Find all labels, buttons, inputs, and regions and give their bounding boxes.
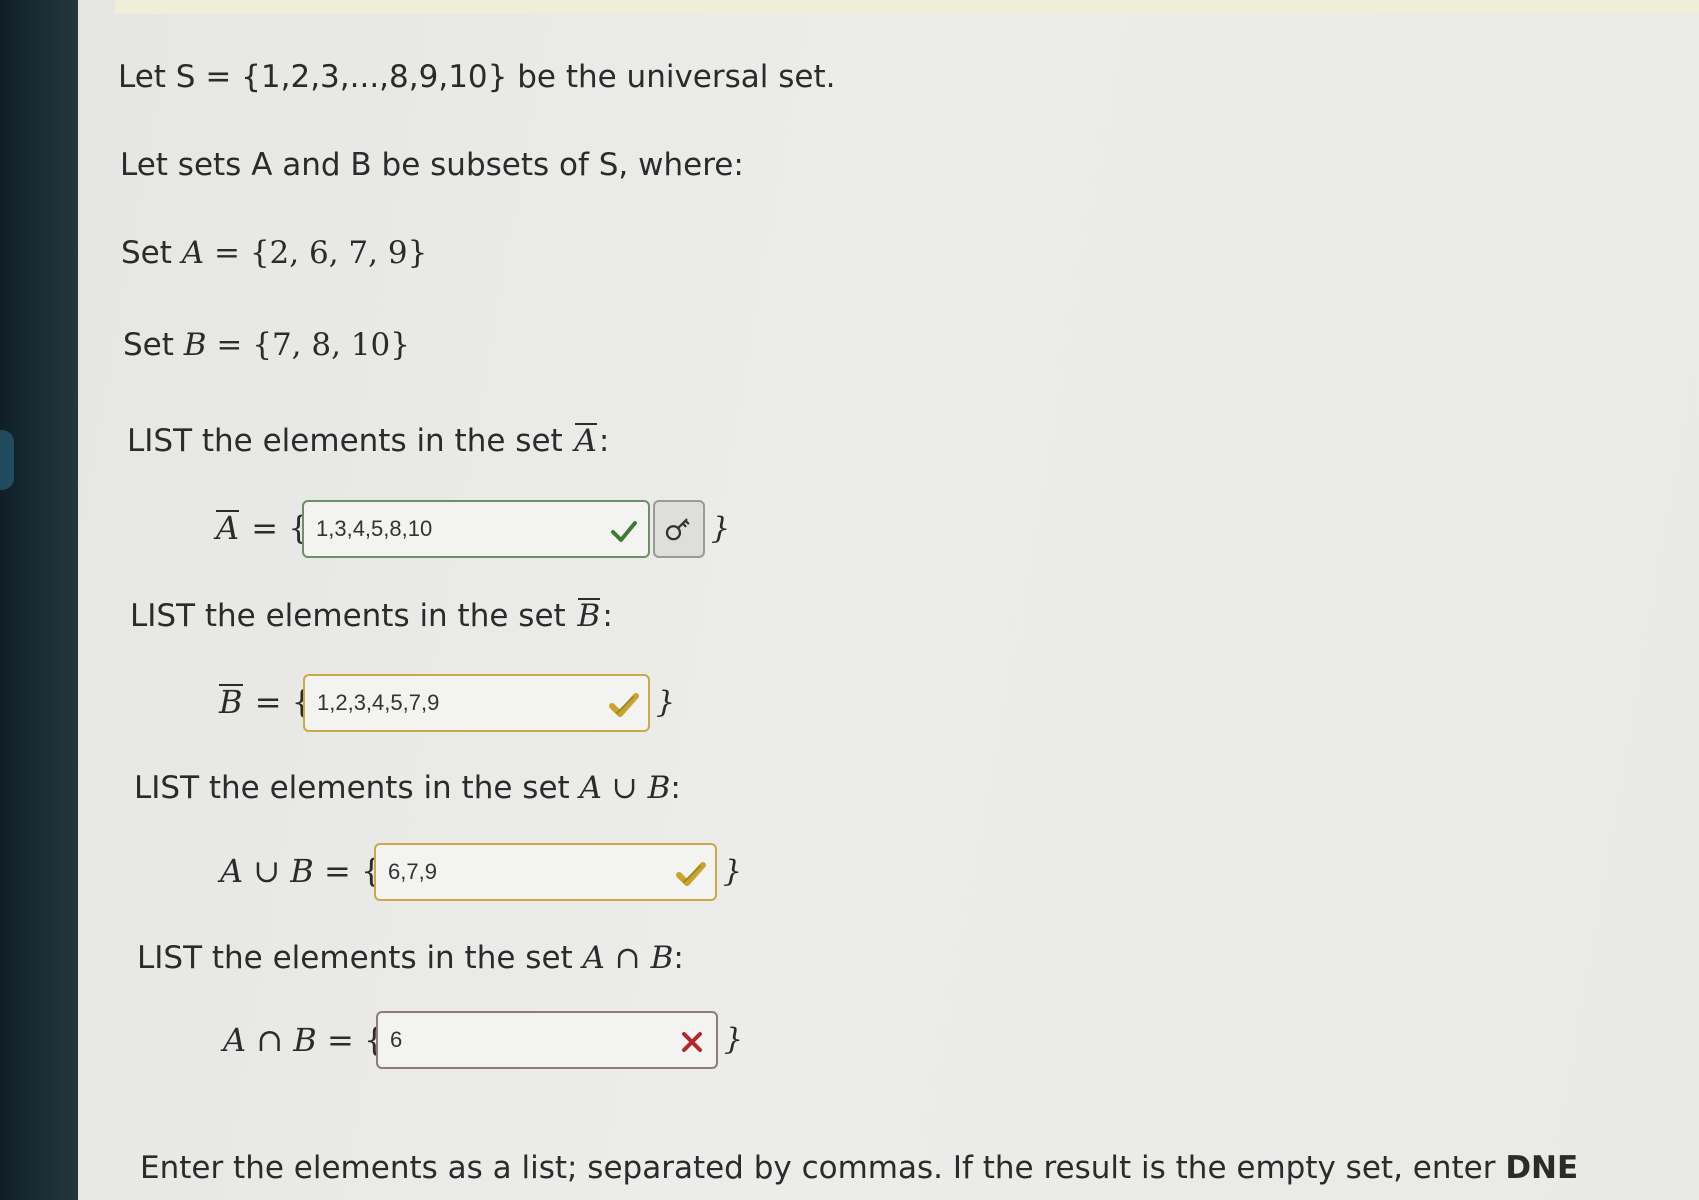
set-a-label: Set xyxy=(121,235,172,271)
prompt-colon: : xyxy=(673,940,684,976)
prompt-symbol: B xyxy=(577,598,601,634)
prompt-text: LIST the elements in the set xyxy=(137,940,573,976)
a-complement-close-brace: } xyxy=(711,511,731,546)
equation-lhs: A ∪ B xyxy=(220,852,314,890)
prompt-colon: : xyxy=(602,598,613,634)
answer-value: 1,3,4,5,8,10 xyxy=(316,516,433,541)
tablet-bezel xyxy=(0,0,78,1200)
answer-key-button[interactable] xyxy=(653,500,705,558)
b-complement-answer-input[interactable]: 1,2,3,4,5,7,9 xyxy=(303,674,650,732)
prompt-text: LIST the elements in the set xyxy=(130,598,566,634)
key-icon xyxy=(665,518,690,541)
check-icon xyxy=(611,521,637,542)
a-complement-equation: A = { xyxy=(214,508,309,548)
bezel-light xyxy=(0,430,14,490)
set-a-value: = {2, 6, 7, 9} xyxy=(204,235,428,271)
answer-value: 6 xyxy=(390,1027,403,1052)
a-complement-answer-input[interactable]: 1,3,4,5,8,10 xyxy=(302,500,650,558)
question-intersection-prompt: LIST the elements in the set A ∩ B: xyxy=(137,938,684,978)
instructions-text: Enter the elements as a list; separated … xyxy=(140,1148,1578,1188)
x-icon xyxy=(682,1032,702,1052)
equation-open-brace: = { xyxy=(313,852,382,890)
union-equation: A ∪ B = { xyxy=(220,851,381,891)
set-a-definition: Set A = {2, 6, 7, 9} xyxy=(121,233,427,273)
union-close-brace: } xyxy=(723,854,743,889)
answer-value: 6,7,9 xyxy=(388,859,437,884)
prompt-text: LIST the elements in the set xyxy=(134,770,570,806)
prompt-symbol: A ∩ B xyxy=(582,940,674,976)
prompt-text: LIST the elements in the set xyxy=(127,423,563,459)
b-complement-close-brace: } xyxy=(656,685,676,720)
prompt-symbol: A ∪ B xyxy=(579,770,671,806)
prompt-symbol: A xyxy=(574,423,597,459)
instructions-dne: DNE xyxy=(1505,1150,1579,1186)
question-a-complement-prompt: LIST the elements in the set A: xyxy=(127,421,609,461)
partial-check-icon xyxy=(609,693,639,717)
set-b-definition: Set B = {7, 8, 10} xyxy=(123,325,410,365)
answer-value: 1,2,3,4,5,7,9 xyxy=(317,690,440,715)
subsets-statement: Let sets A and B be subsets of S, where: xyxy=(120,147,744,183)
partial-check-icon xyxy=(676,862,706,886)
set-a-name: A xyxy=(181,235,205,271)
intersection-close-brace: } xyxy=(724,1022,744,1057)
equation-open-brace: = { xyxy=(244,683,313,721)
equation-open-brace: = { xyxy=(316,1021,385,1059)
equation-lhs: B xyxy=(219,683,243,721)
intersection-answer-input[interactable]: 6 xyxy=(376,1011,718,1069)
equation-open-brace: = { xyxy=(241,509,309,547)
question-b-complement-prompt: LIST the elements in the set B: xyxy=(130,596,613,636)
equation-lhs: A ∩ B xyxy=(223,1021,317,1059)
set-b-name: B xyxy=(183,327,207,363)
universal-set-statement: Let S = {1,2,3,...,8,9,10} be the univer… xyxy=(118,59,836,95)
b-complement-equation: B = { xyxy=(217,682,312,722)
top-banner xyxy=(115,0,1699,14)
prompt-colon: : xyxy=(670,770,681,806)
prompt-colon: : xyxy=(598,423,610,459)
intersection-equation: A ∩ B = { xyxy=(223,1020,384,1060)
set-b-label: Set xyxy=(123,327,174,363)
set-b-value: = {7, 8, 10} xyxy=(206,327,410,363)
union-answer-input[interactable]: 6,7,9 xyxy=(374,843,717,901)
instructions-body: Enter the elements as a list; separated … xyxy=(140,1150,1506,1186)
equation-lhs: A xyxy=(216,509,240,547)
question-union-prompt: LIST the elements in the set A ∪ B: xyxy=(134,768,681,808)
